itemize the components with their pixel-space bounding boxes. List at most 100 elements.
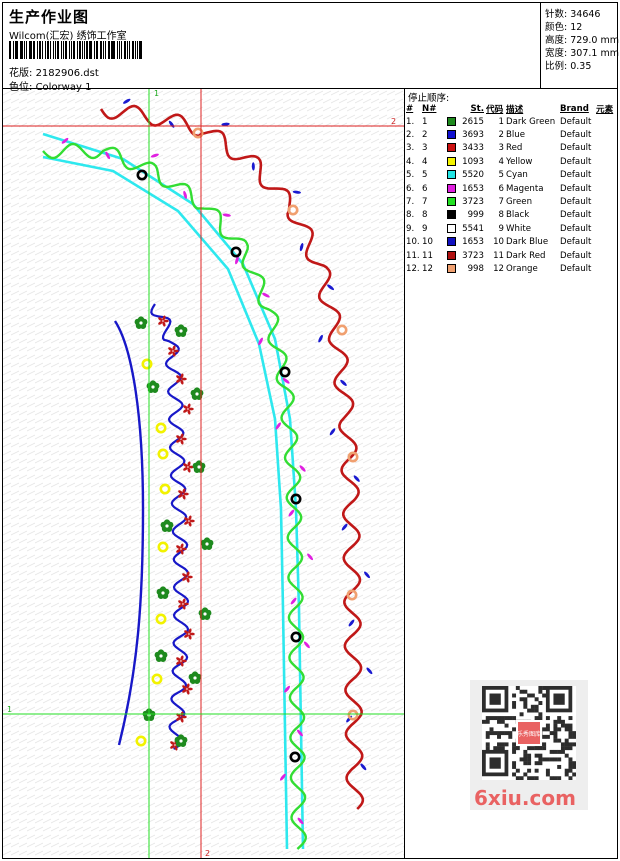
- stitch-count-value: 3723: [462, 197, 484, 208]
- qr-module: [560, 719, 565, 724]
- qr-module: [504, 716, 509, 721]
- barcode-bar: [116, 41, 118, 59]
- stop-index: 8.: [406, 210, 415, 221]
- stop-index: 12.: [406, 263, 420, 274]
- red-flower: [188, 407, 194, 411]
- barcode-bar: [52, 41, 54, 59]
- qr-module: [560, 749, 565, 754]
- qr-module: [527, 753, 532, 758]
- qr-module: [512, 764, 517, 769]
- thread-swatch: [447, 263, 456, 273]
- barcode-bar: [86, 41, 89, 59]
- barcode-bar: [76, 41, 78, 59]
- stop-row: 11. 11 3723 11 Dark Red Default: [405, 249, 617, 262]
- qr-module: [527, 761, 532, 766]
- stop-element: [595, 142, 617, 155]
- barcode-bar: [81, 41, 83, 59]
- qr-module: [538, 701, 543, 705]
- stop-needle: 9: [422, 223, 428, 234]
- qr-module: [545, 734, 550, 739]
- qr-module: [557, 776, 562, 780]
- qr-module: [515, 768, 520, 773]
- barcode-bar: [61, 41, 62, 59]
- qr-module: [523, 697, 528, 702]
- stop-index: 7.: [406, 197, 415, 208]
- qr-module: [549, 776, 554, 780]
- qr-module: [489, 716, 494, 721]
- qr-module: [504, 723, 509, 728]
- stop-needle: 12: [422, 263, 433, 274]
- stop-brand: Default: [560, 170, 592, 181]
- qr-module: [530, 708, 535, 713]
- green-flower-center: [139, 321, 143, 325]
- green-flower-center: [179, 739, 183, 743]
- qr-module: [572, 764, 576, 769]
- qr-module: [542, 686, 547, 690]
- qr-module: [512, 716, 517, 721]
- qr-module: [538, 746, 543, 751]
- qr-module: [542, 757, 547, 762]
- design-scale-value: 0.35: [570, 61, 592, 72]
- stop-brand: Default: [560, 250, 592, 261]
- barcode-bar: [36, 41, 38, 59]
- qr-module: [560, 742, 565, 747]
- stop-description: Green: [506, 197, 533, 208]
- qr-module: [572, 772, 576, 777]
- red-flower: [183, 602, 189, 606]
- green-flower-center: [179, 329, 183, 333]
- qr-module: [549, 731, 554, 736]
- stop-needle: 11: [422, 250, 433, 261]
- stop-index: 5.: [406, 170, 415, 181]
- stop-stitches: 3723: [443, 249, 485, 262]
- red-flower: [183, 492, 189, 496]
- qr-module: [527, 776, 532, 780]
- qr-module: [523, 701, 528, 705]
- qr-module: [560, 723, 565, 728]
- stop-brand: Default: [560, 223, 592, 234]
- stop-index: 1.: [406, 116, 415, 127]
- barcode-bar: [57, 41, 60, 59]
- barcode-bar: [89, 41, 92, 59]
- qr-module: [542, 727, 547, 732]
- qr-module: [553, 749, 558, 754]
- barcode-bar: [62, 41, 64, 59]
- qr-module: [557, 727, 562, 732]
- qr-module: [527, 768, 532, 773]
- qr-module: [538, 686, 543, 690]
- stop-element: [595, 195, 617, 208]
- thread-swatch: [447, 237, 456, 247]
- barcode-bar: [134, 41, 136, 59]
- green-flower-center: [165, 524, 169, 528]
- guide-h1-label: 1: [7, 705, 12, 714]
- stop-row: 6. 6 1653 6 Magenta Default: [405, 182, 617, 195]
- qr-module: [512, 693, 517, 698]
- stop-element: [595, 182, 617, 195]
- green-flower-center: [161, 591, 165, 595]
- stop-row: 3. 3 3433 3 Red Default: [405, 142, 617, 155]
- barcode-bar: [54, 41, 57, 59]
- barcode-bar: [42, 41, 44, 59]
- qr-module: [545, 757, 550, 762]
- qr-module: [530, 693, 535, 698]
- stop-brand: Default: [560, 237, 592, 248]
- stop-row: 5. 5 5520 5 Cyan Default: [405, 169, 617, 182]
- barcode-bar: [104, 41, 106, 59]
- green-flower-center: [159, 654, 163, 658]
- qr-module: [542, 734, 547, 739]
- qr-module: [542, 693, 547, 698]
- stop-needle: 1: [422, 116, 428, 127]
- col-code: 代码: [486, 104, 504, 115]
- qr-module: [500, 731, 505, 736]
- stop-description: Blue: [506, 130, 526, 141]
- qr-module: [519, 712, 524, 717]
- qr-module: [523, 704, 528, 709]
- qr-module: [534, 761, 539, 766]
- red-flower: [173, 349, 179, 353]
- red-flower: [189, 632, 195, 636]
- stop-stitches: 5520: [443, 169, 485, 182]
- stop-row: 2. 2 3693 2 Blue Default: [405, 128, 617, 141]
- qr-module: [557, 738, 562, 743]
- qr-module: [493, 746, 498, 751]
- qr-module: [512, 749, 517, 754]
- production-worksheet: 生产作业图 Wilcom(汇宏) 绣饰工作室 花版: 2182906.dst 色…: [0, 0, 620, 861]
